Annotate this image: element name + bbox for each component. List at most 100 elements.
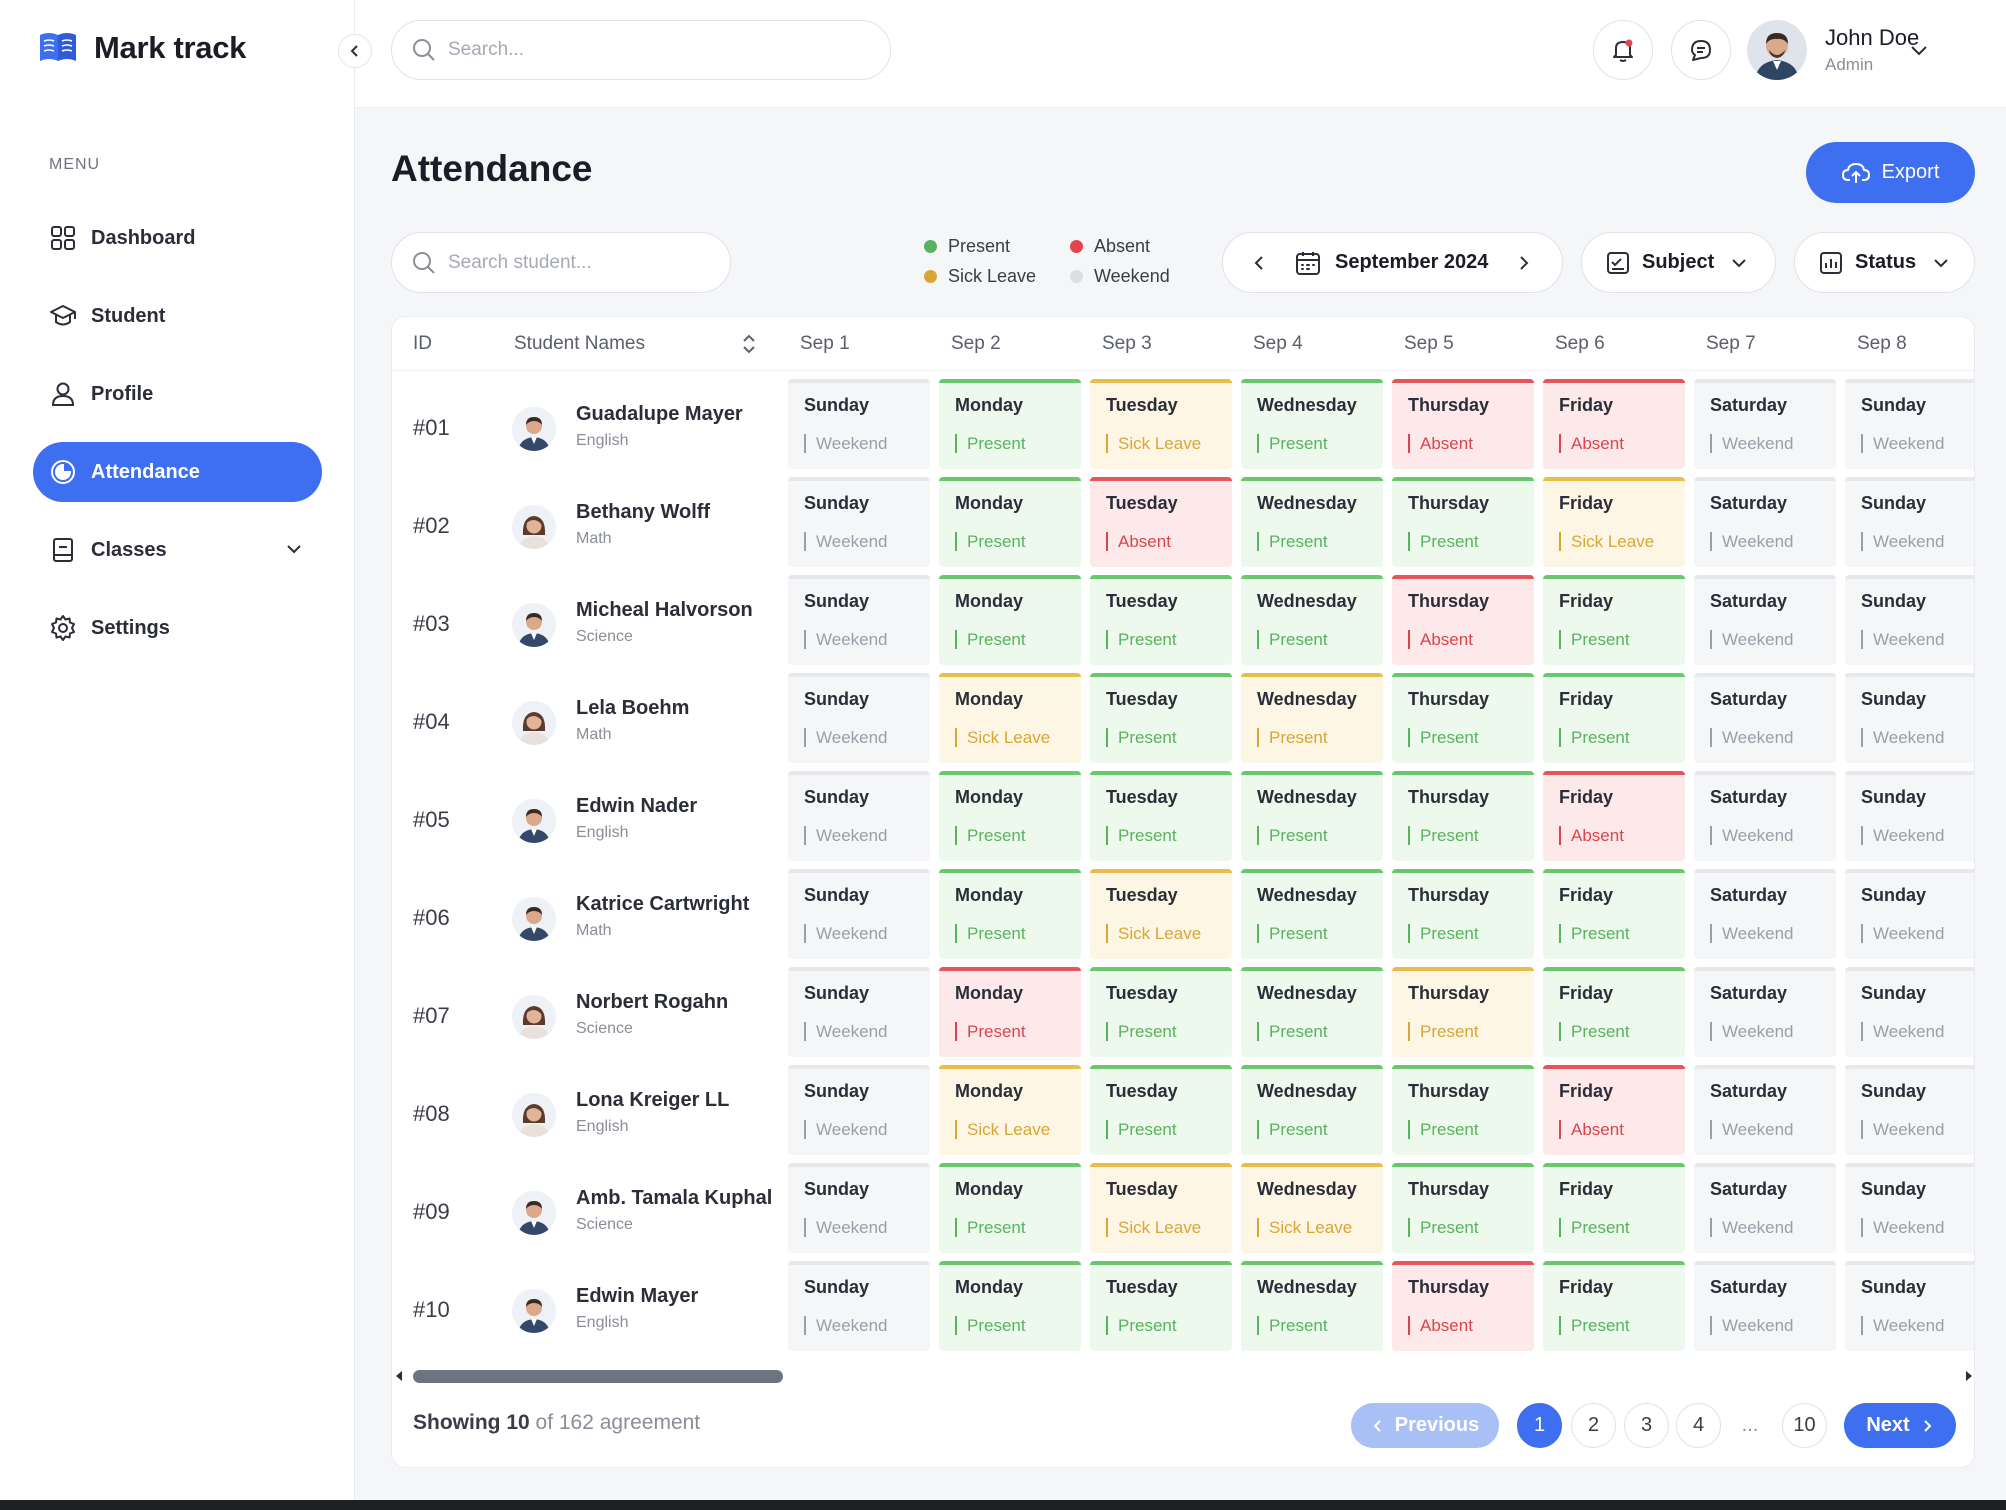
attendance-cell[interactable]: Thursday Present [1392, 1163, 1534, 1253]
global-search-input[interactable] [448, 39, 831, 61]
attendance-cell[interactable]: Monday Sick Leave [939, 673, 1081, 763]
attendance-cell[interactable]: Monday Present [939, 1163, 1081, 1253]
attendance-cell[interactable]: Thursday Present [1392, 869, 1534, 959]
attendance-cell[interactable]: Sunday Weekend [1845, 575, 1974, 665]
attendance-cell[interactable]: Friday Present [1543, 1261, 1685, 1351]
attendance-cell[interactable]: Saturday Weekend [1694, 1065, 1836, 1155]
table-row[interactable]: #08 Lona Kreiger LL English Sunday Weekend Mo… [392, 1065, 1974, 1163]
attendance-cell[interactable]: Sunday Weekend [788, 1065, 930, 1155]
attendance-cell[interactable]: Tuesday Present [1090, 1261, 1232, 1351]
scroll-left-arrow-icon[interactable] [394, 1370, 404, 1382]
attendance-cell[interactable]: Thursday Absent [1392, 575, 1534, 665]
attendance-cell[interactable]: Friday Present [1543, 1163, 1685, 1253]
table-row[interactable]: #07 Norbert Rogahn Science Sunday Weekend Mon… [392, 967, 1974, 1065]
attendance-cell[interactable]: Saturday Weekend [1694, 869, 1836, 959]
attendance-cell[interactable]: Thursday Present [1392, 771, 1534, 861]
attendance-cell[interactable]: Tuesday Sick Leave [1090, 1163, 1232, 1253]
table-row[interactable]: #01 Guadalupe Mayer English Sunday Weekend Mo… [392, 379, 1974, 477]
attendance-cell[interactable]: Saturday Weekend [1694, 1261, 1836, 1351]
collapse-sidebar-button[interactable] [338, 34, 372, 68]
attendance-cell[interactable]: Wednesday Present [1241, 771, 1383, 861]
global-search[interactable] [391, 20, 891, 80]
attendance-cell[interactable]: Sunday Weekend [788, 771, 930, 861]
table-row[interactable]: #10 Edwin Mayer English Sunday Weekend Monday… [392, 1261, 1974, 1359]
attendance-cell[interactable]: Sunday Weekend [1845, 379, 1974, 469]
student-name[interactable]: Edwin Mayer [576, 1285, 698, 1308]
attendance-cell[interactable]: Friday Present [1543, 575, 1685, 665]
attendance-cell[interactable]: Sunday Weekend [1845, 477, 1974, 567]
attendance-cell[interactable]: Tuesday Sick Leave [1090, 869, 1232, 959]
attendance-cell[interactable]: Saturday Weekend [1694, 771, 1836, 861]
messages-button[interactable] [1671, 20, 1731, 80]
status-filter[interactable]: Status [1794, 232, 1975, 293]
attendance-cell[interactable]: Wednesday Present [1241, 1261, 1383, 1351]
chevron-down-icon[interactable] [1908, 40, 1930, 62]
attendance-cell[interactable]: Sunday Weekend [788, 1163, 930, 1253]
student-search-input[interactable] [448, 251, 703, 274]
sidebar-item-attendance[interactable]: Attendance [33, 442, 322, 502]
attendance-cell[interactable]: Wednesday Sick Leave [1241, 1163, 1383, 1253]
attendance-cell[interactable]: Friday Sick Leave [1543, 477, 1685, 567]
attendance-cell[interactable]: Monday Present [939, 967, 1081, 1057]
attendance-cell[interactable]: Saturday Weekend [1694, 967, 1836, 1057]
subject-filter[interactable]: Subject [1581, 232, 1776, 293]
attendance-cell[interactable]: Tuesday Present [1090, 575, 1232, 665]
attendance-cell[interactable]: Wednesday Present [1241, 477, 1383, 567]
attendance-cell[interactable]: Sunday Weekend [1845, 1163, 1974, 1253]
attendance-cell[interactable]: Tuesday Present [1090, 1065, 1232, 1155]
attendance-cell[interactable]: Sunday Weekend [1845, 1065, 1974, 1155]
attendance-cell[interactable]: Sunday Weekend [1845, 1261, 1974, 1351]
student-name[interactable]: Bethany Wolff [576, 501, 710, 524]
table-row[interactable]: #02 Bethany Wolff Math Sunday Weekend Monday P… [392, 477, 1974, 575]
student-name[interactable]: Norbert Rogahn [576, 991, 728, 1014]
column-header-student-names[interactable]: Student Names [514, 333, 645, 355]
sidebar-item-dashboard[interactable]: Dashboard [33, 208, 322, 268]
attendance-cell[interactable]: Wednesday Present [1241, 967, 1383, 1057]
student-name[interactable]: Lona Kreiger LL [576, 1089, 729, 1112]
attendance-cell[interactable]: Monday Present [939, 1261, 1081, 1351]
attendance-cell[interactable]: Friday Absent [1543, 1065, 1685, 1155]
page-button-3[interactable]: 3 [1624, 1403, 1669, 1448]
attendance-cell[interactable]: Friday Present [1543, 673, 1685, 763]
page-button-1[interactable]: 1 [1517, 1403, 1562, 1448]
attendance-cell[interactable]: Thursday Present [1392, 1065, 1534, 1155]
page-button-2[interactable]: 2 [1571, 1403, 1616, 1448]
attendance-cell[interactable]: Wednesday Present [1241, 673, 1383, 763]
sidebar-item-profile[interactable]: Profile [33, 364, 322, 424]
attendance-cell[interactable]: Sunday Weekend [788, 379, 930, 469]
sidebar-item-settings[interactable]: Settings [33, 598, 322, 658]
page-button-10[interactable]: 10 [1782, 1403, 1827, 1448]
attendance-cell[interactable]: Friday Present [1543, 869, 1685, 959]
chevron-down-icon[interactable] [284, 539, 304, 559]
attendance-cell[interactable]: Monday Sick Leave [939, 1065, 1081, 1155]
scroll-right-arrow-icon[interactable] [1964, 1370, 1974, 1382]
attendance-cell[interactable]: Sunday Weekend [1845, 673, 1974, 763]
attendance-cell[interactable]: Sunday Weekend [788, 477, 930, 567]
student-name[interactable]: Katrice Cartwright [576, 893, 749, 916]
attendance-cell[interactable]: Saturday Weekend [1694, 477, 1836, 567]
notifications-button[interactable] [1593, 20, 1653, 80]
attendance-cell[interactable]: Friday Absent [1543, 379, 1685, 469]
attendance-cell[interactable]: Tuesday Present [1090, 967, 1232, 1057]
attendance-cell[interactable]: Tuesday Absent [1090, 477, 1232, 567]
attendance-cell[interactable]: Monday Present [939, 575, 1081, 665]
previous-page-button[interactable]: Previous [1351, 1403, 1499, 1448]
sidebar-item-classes[interactable]: Classes [33, 520, 322, 580]
sort-icon[interactable] [741, 334, 757, 354]
attendance-cell[interactable]: Saturday Weekend [1694, 1163, 1836, 1253]
attendance-cell[interactable]: Sunday Weekend [788, 673, 930, 763]
attendance-cell[interactable]: Sunday Weekend [788, 1261, 930, 1351]
attendance-cell[interactable]: Saturday Weekend [1694, 379, 1836, 469]
attendance-cell[interactable]: Thursday Present [1392, 477, 1534, 567]
attendance-cell[interactable]: Sunday Weekend [1845, 771, 1974, 861]
attendance-cell[interactable]: Sunday Weekend [1845, 967, 1974, 1057]
attendance-cell[interactable]: Wednesday Present [1241, 575, 1383, 665]
attendance-cell[interactable]: Sunday Weekend [788, 967, 930, 1057]
table-row[interactable]: #06 Katrice Cartwright Math Sunday Weekend Mo… [392, 869, 1974, 967]
scrollbar-thumb[interactable] [413, 1370, 783, 1383]
sidebar-item-student[interactable]: Student [33, 286, 322, 346]
table-row[interactable]: #03 Micheal Halvorson Science Sunday Weekend… [392, 575, 1974, 673]
attendance-cell[interactable]: Tuesday Present [1090, 673, 1232, 763]
attendance-cell[interactable]: Wednesday Present [1241, 1065, 1383, 1155]
attendance-cell[interactable]: Saturday Weekend [1694, 575, 1836, 665]
